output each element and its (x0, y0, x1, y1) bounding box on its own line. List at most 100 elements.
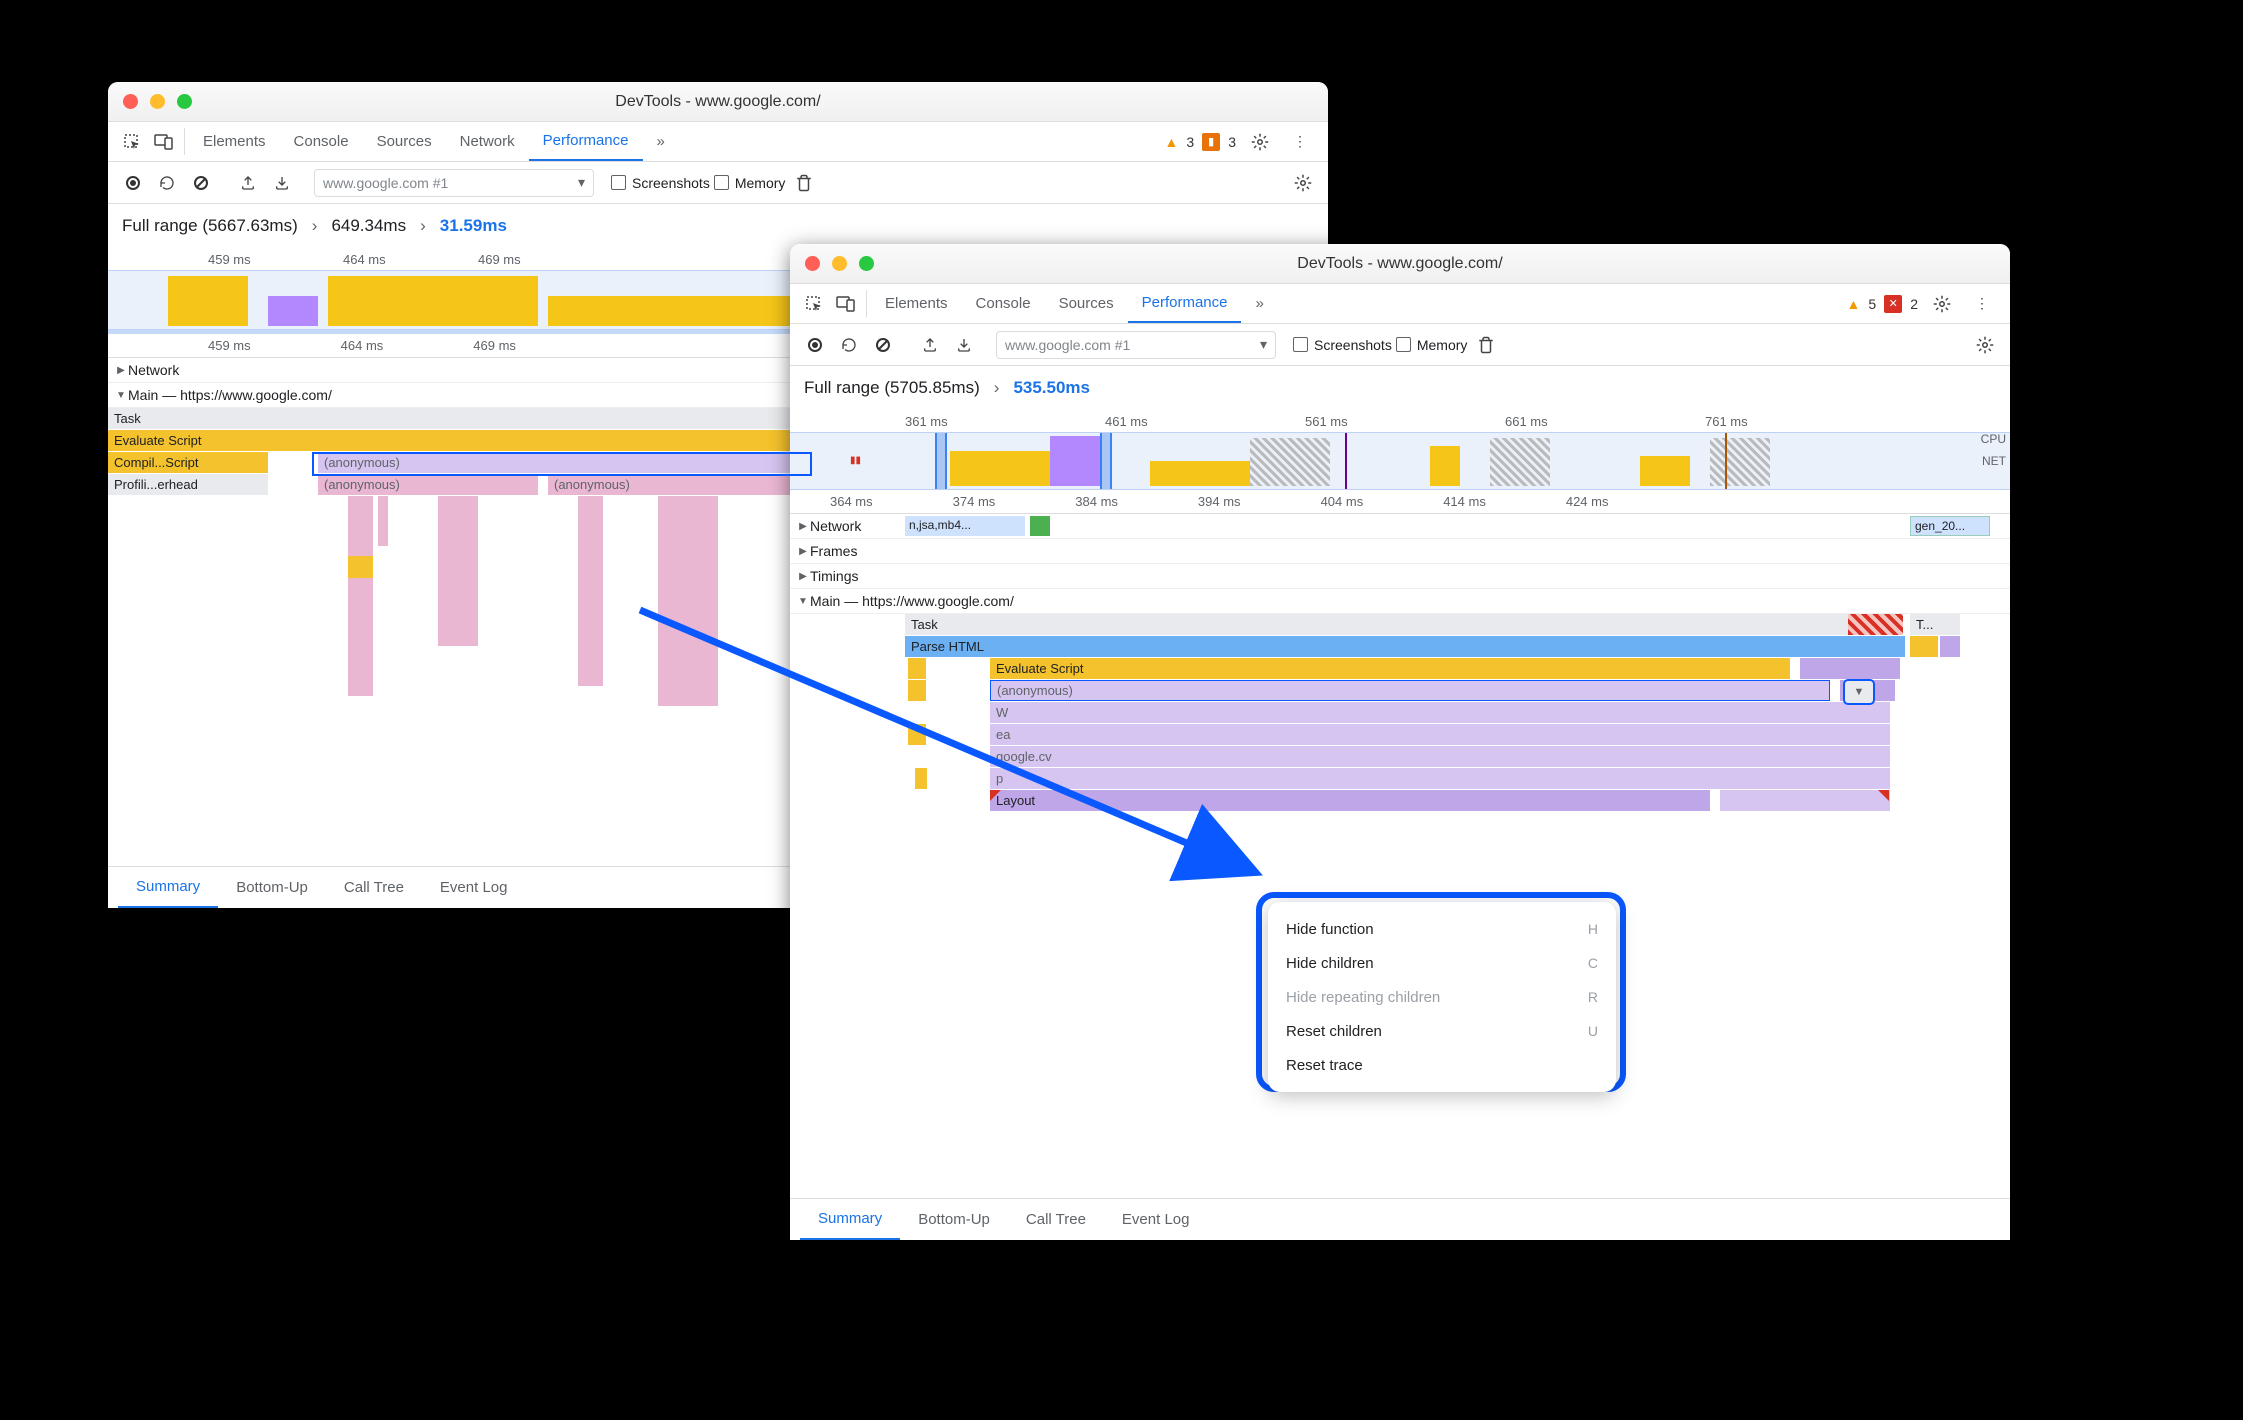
btab-event-log[interactable]: Event Log (1104, 1199, 1208, 1240)
inspect-icon[interactable] (116, 122, 148, 161)
section-frames[interactable]: ▶Frames (790, 539, 2010, 564)
btab-summary[interactable]: Summary (118, 867, 218, 908)
flame-compile-script[interactable]: Compil...Script (108, 452, 268, 473)
section-timings[interactable]: ▶Timings (790, 564, 2010, 589)
tab-console[interactable]: Console (962, 284, 1045, 323)
maximize-window-button[interactable] (859, 256, 874, 271)
flame-ea[interactable]: ea (990, 724, 1890, 745)
section-main[interactable]: ▼Main — https://www.google.com/ (790, 589, 2010, 614)
gc-icon[interactable] (1471, 330, 1501, 360)
titlebar[interactable]: DevTools - www.google.com/ (790, 244, 2010, 284)
btab-bottom-up[interactable]: Bottom-Up (218, 867, 326, 908)
clear-button[interactable] (186, 168, 216, 198)
device-toggle-icon[interactable] (830, 284, 862, 323)
minimize-window-button[interactable] (832, 256, 847, 271)
network-item[interactable]: gen_20... (1910, 516, 1990, 536)
settings-gear-icon[interactable] (1288, 168, 1318, 198)
error-icon[interactable]: ✕ (1884, 295, 1902, 313)
download-icon[interactable] (949, 330, 979, 360)
flame-bar[interactable] (908, 658, 926, 679)
minimize-window-button[interactable] (150, 94, 165, 109)
menu-reset-children[interactable]: Reset childrenU (1268, 1014, 1616, 1048)
flame-bar[interactable] (908, 680, 926, 701)
menu-hide-function[interactable]: Hide functionH (1268, 912, 1616, 946)
flame-bar[interactable] (915, 768, 927, 789)
tab-console[interactable]: Console (280, 122, 363, 161)
inspect-icon[interactable] (798, 284, 830, 323)
crumb-full-range[interactable]: Full range (5705.85ms) (804, 378, 980, 398)
btab-bottom-up[interactable]: Bottom-Up (900, 1199, 1008, 1240)
clear-button[interactable] (868, 330, 898, 360)
menu-hide-children[interactable]: Hide childrenC (1268, 946, 1616, 980)
record-button[interactable] (800, 330, 830, 360)
download-icon[interactable] (267, 168, 297, 198)
reload-record-button[interactable] (834, 330, 864, 360)
crumb-full-range[interactable]: Full range (5667.63ms) (122, 216, 298, 236)
memory-checkbox[interactable]: Memory (714, 175, 786, 191)
flame-p[interactable]: p (990, 768, 1890, 789)
range-handle-right[interactable] (1100, 433, 1112, 489)
tab-elements[interactable]: Elements (871, 284, 962, 323)
network-item[interactable] (1030, 516, 1050, 536)
settings-gear-icon[interactable] (1926, 284, 1958, 323)
issue-icon[interactable]: ▮ (1202, 133, 1220, 151)
flame-anonymous[interactable]: (anonymous) (990, 680, 1830, 701)
memory-checkbox[interactable]: Memory (1396, 337, 1468, 353)
warning-icon[interactable]: ▲ (1847, 296, 1861, 312)
crumb-last[interactable]: 535.50ms (1013, 378, 1090, 398)
tab-network[interactable]: Network (446, 122, 529, 161)
flame-bar[interactable] (1940, 636, 1960, 657)
kebab-menu-icon[interactable]: ⋮ (1284, 122, 1316, 161)
upload-icon[interactable] (915, 330, 945, 360)
reload-record-button[interactable] (152, 168, 182, 198)
tab-sources[interactable]: Sources (1045, 284, 1128, 323)
section-network[interactable]: ▶Network n,jsa,mb4... gen_20... (790, 514, 2010, 539)
close-window-button[interactable] (805, 256, 820, 271)
range-handle-left[interactable] (935, 433, 947, 489)
menu-reset-trace[interactable]: Reset trace (1268, 1048, 1616, 1082)
crumb-mid[interactable]: 649.34ms (331, 216, 406, 236)
flame-parse-html[interactable]: Parse HTML (905, 636, 1905, 657)
tab-sources[interactable]: Sources (363, 122, 446, 161)
close-window-button[interactable] (123, 94, 138, 109)
crumb-last[interactable]: 31.59ms (440, 216, 507, 236)
upload-icon[interactable] (233, 168, 263, 198)
flame-anonymous[interactable]: (anonymous) (318, 452, 808, 473)
btab-call-tree[interactable]: Call Tree (326, 867, 422, 908)
flame-bar[interactable] (908, 724, 926, 745)
gc-icon[interactable] (789, 168, 819, 198)
flame-profiling-overhead[interactable]: Profili...erhead (108, 474, 268, 495)
minimap-overview[interactable]: ▮▮ (790, 432, 2010, 490)
flame-w[interactable]: W (990, 702, 1890, 723)
flame-anonymous[interactable]: (anonymous) (548, 474, 808, 495)
flame-bar[interactable] (1720, 790, 1890, 811)
settings-gear-icon[interactable] (1970, 330, 2000, 360)
titlebar[interactable]: DevTools - www.google.com/ (108, 82, 1328, 122)
flame-bar[interactable] (1800, 658, 1900, 679)
settings-gear-icon[interactable] (1244, 122, 1276, 161)
dropdown-handle[interactable]: ▼ (1843, 679, 1875, 705)
tab-performance[interactable]: Performance (529, 122, 643, 161)
kebab-menu-icon[interactable]: ⋮ (1966, 284, 1998, 323)
flame-anonymous[interactable]: (anonymous) (318, 474, 538, 495)
warning-icon[interactable]: ▲ (1165, 134, 1179, 150)
maximize-window-button[interactable] (177, 94, 192, 109)
flame-task[interactable]: Task (905, 614, 1850, 635)
flame-google-cv[interactable]: google.cv (990, 746, 1890, 767)
tab-more[interactable]: » (1241, 284, 1277, 323)
btab-event-log[interactable]: Event Log (422, 867, 526, 908)
tab-elements[interactable]: Elements (189, 122, 280, 161)
screenshots-checkbox[interactable]: Screenshots (1293, 337, 1392, 353)
tab-more[interactable]: » (643, 122, 679, 161)
recording-select[interactable]: www.google.com #1 (314, 169, 594, 197)
network-item[interactable]: n,jsa,mb4... (905, 516, 1025, 536)
btab-call-tree[interactable]: Call Tree (1008, 1199, 1104, 1240)
device-toggle-icon[interactable] (148, 122, 180, 161)
tab-performance[interactable]: Performance (1128, 284, 1242, 323)
recording-select[interactable]: www.google.com #1 (996, 331, 1276, 359)
flame-bar[interactable] (1910, 636, 1938, 657)
btab-summary[interactable]: Summary (800, 1199, 900, 1240)
flame-layout[interactable]: Layout (990, 790, 1710, 811)
record-button[interactable] (118, 168, 148, 198)
screenshots-checkbox[interactable]: Screenshots (611, 175, 710, 191)
